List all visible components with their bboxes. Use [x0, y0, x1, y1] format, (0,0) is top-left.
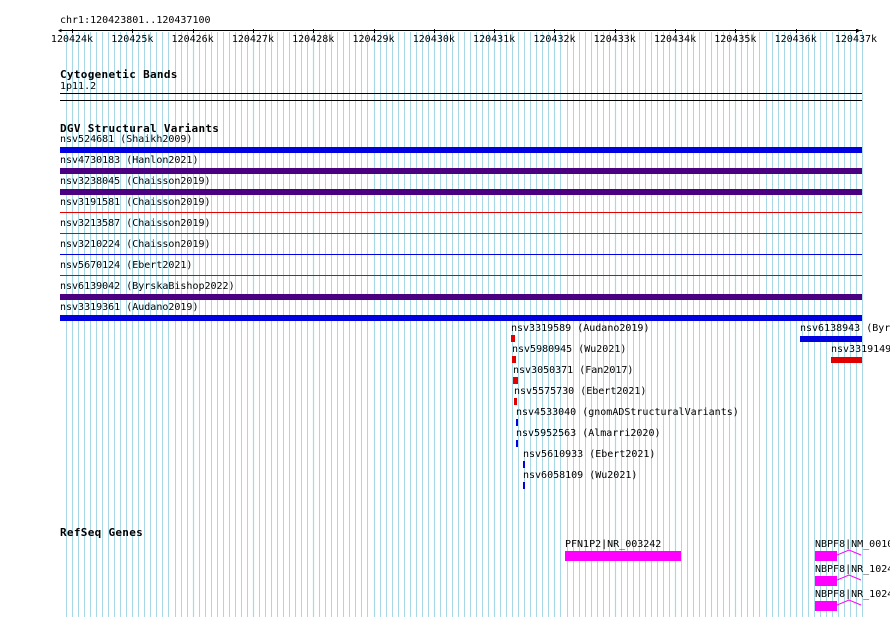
sv-feature[interactable] — [514, 398, 517, 405]
sv-label: nsv5575730 (Ebert2021) — [514, 386, 647, 397]
ruler-tick — [855, 29, 857, 33]
sv-feature[interactable] — [800, 336, 862, 342]
sv-label: nsv5952563 (Almarri2020) — [516, 428, 661, 439]
gene-intron — [837, 574, 862, 581]
ruler-tick — [795, 29, 797, 33]
sv-feature[interactable] — [513, 377, 518, 384]
ruler-tick — [554, 29, 556, 33]
sv-feature[interactable] — [60, 254, 862, 255]
track-title-refseq: RefSeq Genes — [60, 526, 144, 539]
sv-label: nsv5980945 (Wu2021) — [512, 344, 627, 355]
sv-label: nsv3238045 (Chaisson2019) — [60, 176, 211, 187]
ruler-tick-label: 120428k — [292, 34, 335, 45]
sv-label: nsv3210224 (Chaisson2019) — [60, 239, 211, 250]
ruler-tick-label: 120426k — [171, 34, 214, 45]
ruler-tick-label: 120432k — [533, 34, 576, 45]
sv-feature[interactable] — [60, 315, 862, 321]
sv-feature[interactable] — [60, 189, 862, 195]
ruler-tick-label: 120424k — [50, 34, 94, 45]
ruler-tick-label: 120436k — [774, 34, 817, 45]
ruler-tick-label: 120434k — [653, 34, 697, 45]
sv-feature[interactable] — [511, 335, 515, 342]
ruler-tick-label: 120435k — [714, 34, 757, 45]
sv-label: nsv3213587 (Chaisson2019) — [60, 218, 211, 229]
ruler-tick — [675, 29, 677, 33]
ruler-axis — [60, 30, 862, 31]
sv-label: nsv4533040 (gnomADStructuralVariants) — [516, 407, 739, 418]
sv-label: nsv6139042 (ByrskaBishop2022) — [60, 281, 235, 292]
sv-feature[interactable] — [60, 147, 862, 153]
sv-feature[interactable] — [60, 212, 862, 213]
gene-label: PFN1P2|NR_003242 — [565, 539, 662, 550]
sv-label: nsv4730183 (Hanlon2021) — [60, 155, 199, 166]
sv-label: nsv3319149 — [831, 344, 890, 355]
cytoband-bar[interactable] — [60, 93, 862, 94]
ruler-tick — [192, 29, 194, 33]
ruler-tick — [614, 29, 616, 33]
gene-feature[interactable] — [565, 551, 681, 561]
ruler-tick — [252, 29, 254, 33]
gene-intron — [837, 549, 862, 556]
sv-label: nsv6138943 (Byr — [800, 323, 890, 334]
sv-feature[interactable] — [516, 440, 518, 447]
ruler-tick-label: 120430k — [412, 34, 455, 45]
ruler-tick — [735, 29, 737, 33]
sv-label: nsv5670124 (Ebert2021) — [60, 260, 193, 271]
ruler-tick-label: 120437k — [834, 34, 878, 45]
sv-feature[interactable] — [512, 356, 516, 363]
ruler-tick-label: 120433k — [593, 34, 636, 45]
genome-browser-view[interactable]: chr1:120423801..120437100 ◂ ▸ 120424k 120… — [0, 0, 890, 617]
sv-feature[interactable] — [60, 294, 862, 300]
ruler-tick — [373, 29, 375, 33]
ruler-tick-label: 120429k — [352, 34, 395, 45]
sv-label: nsv5610933 (Ebert2021) — [523, 449, 656, 460]
sv-feature[interactable] — [523, 482, 525, 489]
track-divider — [60, 100, 862, 101]
gene-intron — [837, 599, 862, 606]
sv-label: nsv6058109 (Wu2021) — [523, 470, 638, 481]
gene-exon[interactable] — [815, 551, 837, 561]
ruler-tick — [433, 29, 435, 33]
sv-label: nsv3319361 (Audano2019) — [60, 302, 199, 313]
gene-exon[interactable] — [815, 576, 837, 586]
location-label: chr1:120423801..120437100 — [60, 15, 211, 26]
sv-label: nsv3191581 (Chaisson2019) — [60, 197, 211, 208]
ruler-tick-label: 120425k — [111, 34, 154, 45]
ruler-tick-label: 120427k — [231, 34, 274, 45]
sv-feature[interactable] — [831, 357, 862, 363]
sv-label: nsv524681 (Shaikh2009) — [60, 134, 193, 145]
gene-exon[interactable] — [815, 601, 837, 611]
sv-feature[interactable] — [516, 419, 518, 426]
sv-feature[interactable] — [60, 233, 862, 234]
cytoband-label: 1p11.2 — [60, 81, 97, 92]
sv-label: nsv3319589 (Audano2019) — [511, 323, 650, 334]
ruler-tick — [72, 29, 73, 33]
sv-feature[interactable] — [60, 275, 862, 276]
sv-label: nsv3050371 (Fan2017) — [513, 365, 634, 376]
ruler-tick — [494, 29, 496, 33]
ruler-tick — [313, 29, 315, 33]
sv-feature[interactable] — [523, 461, 525, 468]
track-title-cytoband: Cytogenetic Bands — [60, 68, 178, 81]
ruler-tick-label: 120431k — [473, 34, 516, 45]
ruler-tick — [132, 29, 134, 33]
sv-feature[interactable] — [60, 168, 862, 174]
